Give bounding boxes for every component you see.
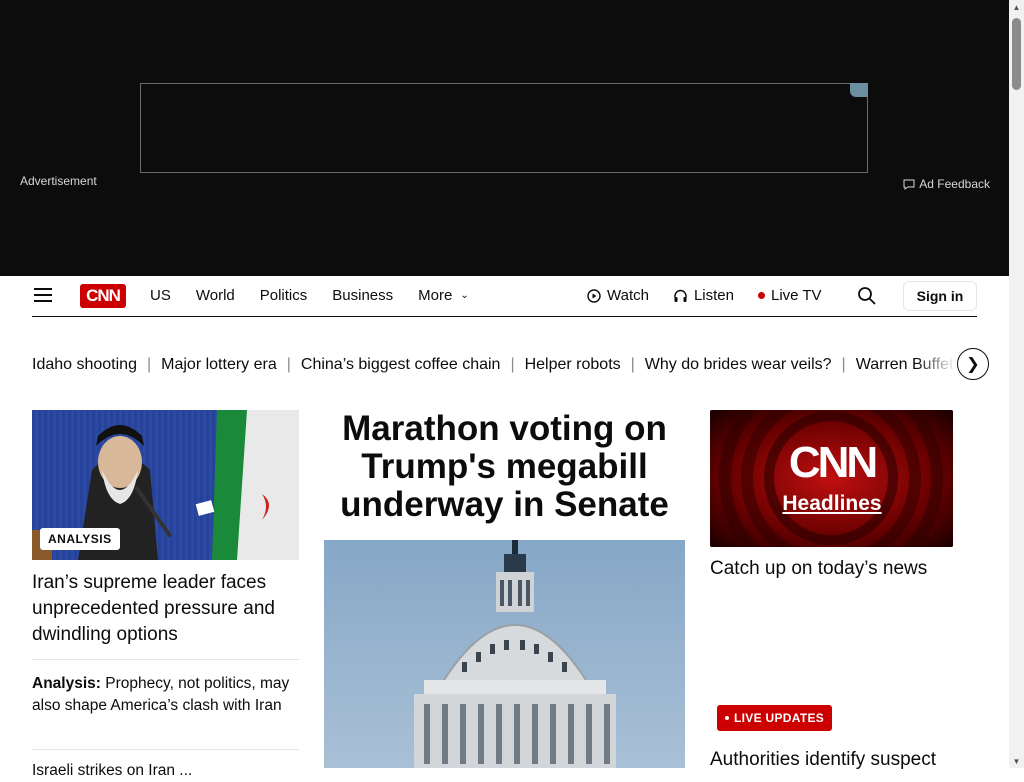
scroll-thumb[interactable] (1012, 18, 1021, 90)
trending-item[interactable]: Idaho shooting (32, 356, 137, 374)
trending-separator: | (286, 356, 291, 373)
right-nav: Watch Listen Live TV (587, 287, 846, 304)
main-nav: US World Politics Business More ⌄ (150, 287, 494, 304)
play-icon (587, 288, 601, 303)
analysis-badge: ANALYSIS (40, 528, 120, 550)
trending-item[interactable]: Major lottery era (161, 356, 277, 374)
menu-icon[interactable] (34, 288, 52, 302)
trending-next-button[interactable]: ❯ (957, 348, 989, 380)
headlines-title[interactable]: Catch up on today’s news (710, 557, 953, 581)
sign-in-button[interactable]: Sign in (903, 281, 977, 311)
ad-feedback-link[interactable]: Ad Feedback (903, 177, 990, 191)
search-icon[interactable] (857, 286, 877, 306)
page-scrollbar[interactable]: ▲ ▼ (1009, 0, 1024, 768)
ad-choices-icon[interactable] (850, 83, 868, 97)
trending-separator: | (510, 356, 515, 373)
nav-business[interactable]: Business (332, 287, 393, 304)
nav-more-label: More (418, 287, 453, 304)
capitol-image[interactable] (324, 540, 685, 768)
nav-more[interactable]: More ⌄ (418, 287, 469, 304)
live-tv-label: Live TV (770, 287, 822, 304)
nav-world[interactable]: World (196, 287, 235, 304)
chevron-down-icon: ⌄ (460, 290, 469, 301)
live-updates-badge: LIVE UPDATES (717, 705, 833, 731)
trending-separator: | (146, 356, 152, 373)
divider (32, 749, 299, 750)
iran-story-headline[interactable]: Iran’s supreme leader faces unprecedente… (32, 570, 299, 648)
nav-us[interactable]: US (150, 287, 171, 304)
site-header: CNN US World Politics Business More ⌄ Wat… (32, 276, 977, 317)
analysis-prefix: Analysis: (32, 675, 101, 692)
scroll-up-arrow-icon[interactable]: ▲ (1009, 0, 1024, 14)
listen-label: Listen (693, 287, 734, 304)
listen-link[interactable]: Listen (673, 287, 734, 304)
live-tv-link[interactable]: Live TV (757, 287, 822, 304)
ad-label: Advertisement (20, 174, 97, 188)
trending-item[interactable]: China’s biggest coffee chain (301, 356, 501, 374)
trending-separator: | (841, 356, 846, 373)
chevron-right-icon: ❯ (966, 356, 980, 373)
live-story-headline[interactable]: Authorities identify suspect (710, 748, 953, 772)
capitol-photo (324, 540, 685, 768)
ad-frame[interactable] (140, 83, 868, 173)
scroll-down-arrow-icon[interactable]: ▼ (1009, 754, 1024, 768)
cnn-headlines-video[interactable]: CNN Headlines (710, 410, 953, 547)
divider (32, 659, 299, 660)
watch-link[interactable]: Watch (587, 287, 649, 304)
trending-fade (916, 356, 956, 378)
feedback-icon (903, 179, 915, 190)
trending-item[interactable]: Why do brides wear veils? (645, 356, 832, 374)
video-logo: CNN (788, 438, 878, 487)
next-story-link[interactable]: Israeli strikes on Iran ... (32, 760, 292, 782)
headphones-icon (674, 289, 687, 302)
live-dot-icon (725, 716, 729, 720)
live-updates-label: LIVE UPDATES (734, 711, 825, 725)
ad-banner-area: Advertisement Ad Feedback (0, 0, 1009, 276)
ad-feedback-label: Ad Feedback (919, 177, 990, 191)
live-dot-icon (757, 292, 765, 299)
trending-item[interactable]: Helper robots (525, 356, 621, 374)
watch-label: Watch (607, 287, 649, 304)
nav-politics[interactable]: Politics (260, 287, 308, 304)
analysis-story-link[interactable]: Analysis: Prophecy, not politics, may al… (32, 673, 292, 717)
trending-bar: Idaho shooting | Major lottery era | China’s… (32, 356, 956, 378)
cnn-logo[interactable]: CNN (80, 284, 126, 308)
main-headline[interactable]: Marathon voting on Trump's megabill unde… (324, 410, 685, 524)
video-label: Headlines (782, 492, 882, 515)
trending-separator: | (630, 356, 635, 373)
